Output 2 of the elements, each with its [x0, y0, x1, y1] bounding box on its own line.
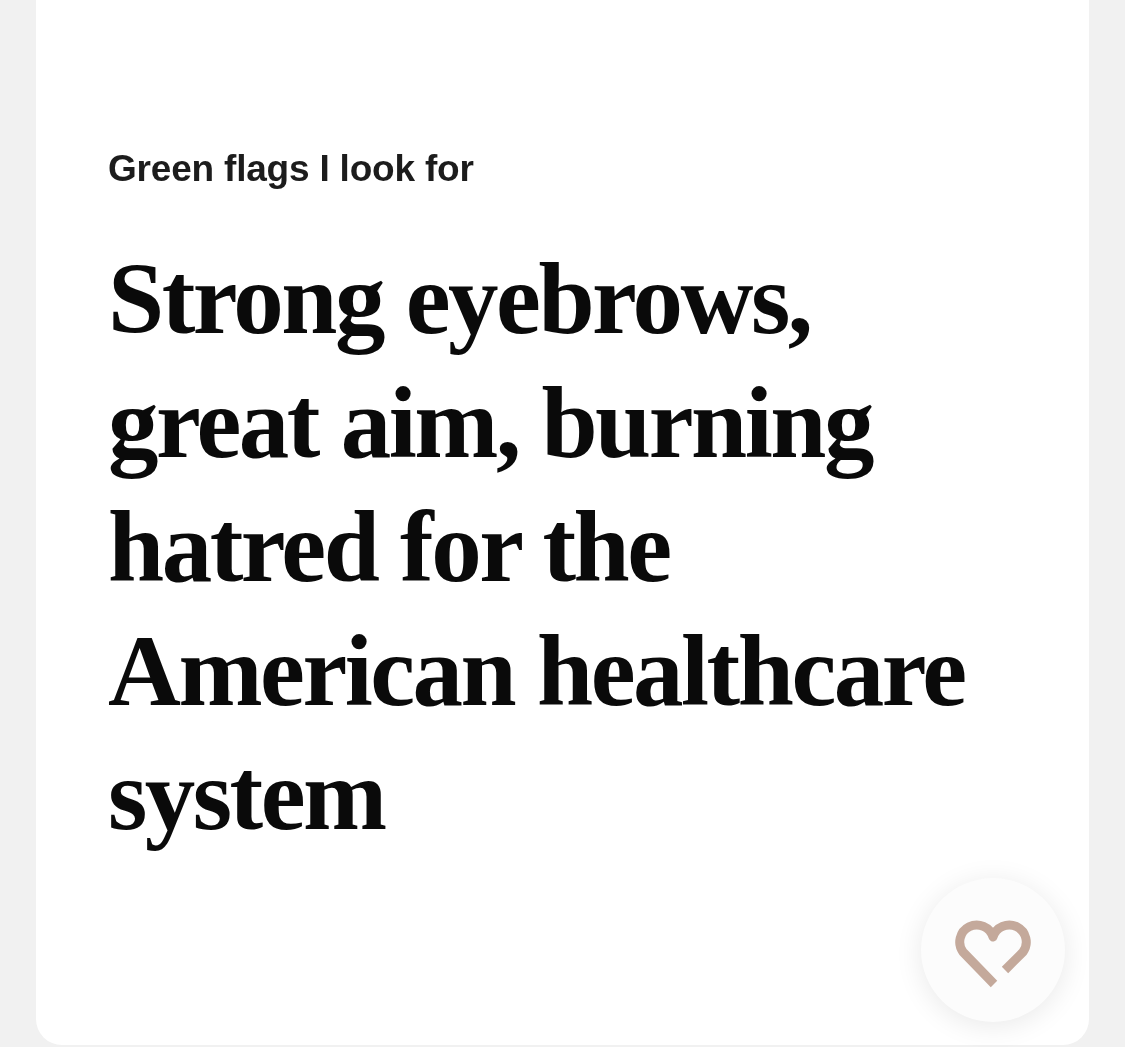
prompt-answer: Strong eyebrows, great aim, burning hatred for the American healthcare system	[108, 242, 966, 853]
prompt-label: Green flags I look for	[108, 147, 474, 191]
